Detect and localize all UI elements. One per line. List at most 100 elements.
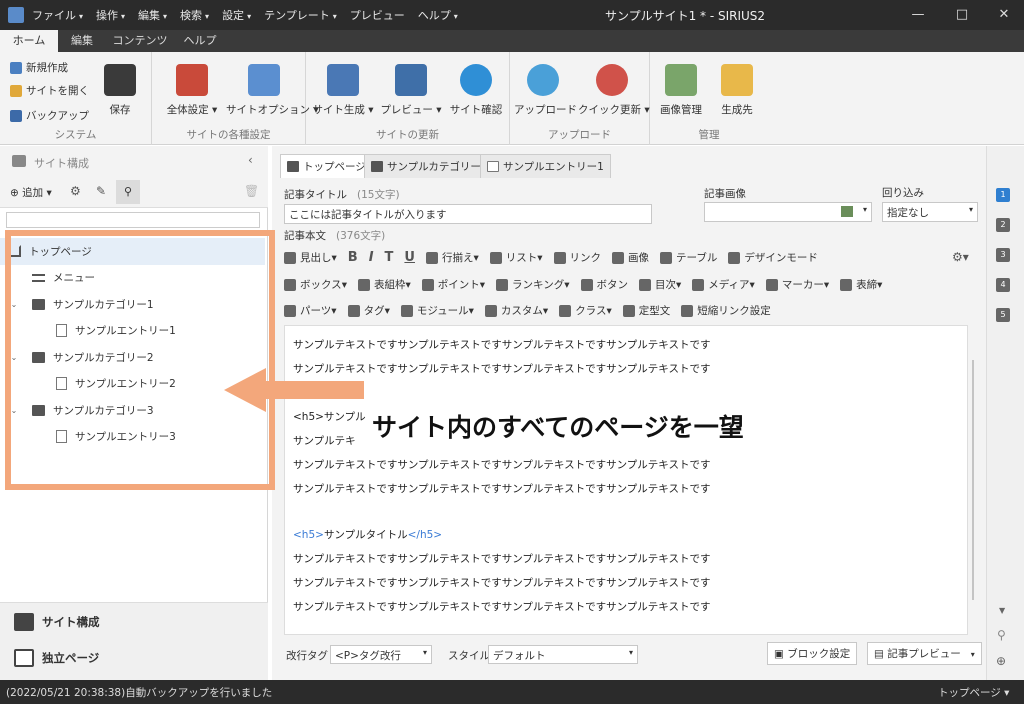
panel-4-icon[interactable]: 4 <box>996 278 1010 292</box>
search-icon[interactable]: ⚲ <box>116 180 140 204</box>
linebreak-select[interactable]: <P>タグ改行 ▾ <box>330 645 432 664</box>
table-button[interactable]: テーブル <box>660 250 717 265</box>
tree-search-input[interactable] <box>6 212 260 228</box>
panel-3-icon[interactable]: 3 <box>996 248 1010 262</box>
panel-5-icon[interactable]: 5 <box>996 308 1010 322</box>
globe-icon[interactable]: ⊕ <box>996 654 1006 668</box>
notation-button[interactable]: 表締 ▾ <box>840 277 882 292</box>
editor-tab-category-1[interactable]: サンプルカテゴリー1 <box>364 154 495 178</box>
editor-scrollbar[interactable] <box>972 360 974 600</box>
status-page-selector[interactable]: トップページ ▾ <box>938 685 1009 700</box>
backup-button[interactable]: バックアップ <box>10 108 89 123</box>
underline-button[interactable]: U <box>404 250 415 265</box>
menu-edit[interactable]: 編集 ▾ <box>138 7 167 23</box>
image-button[interactable]: 画像 <box>612 250 649 265</box>
nav-site-structure[interactable]: サイト構成 <box>14 613 100 631</box>
tab-home[interactable]: ホーム <box>0 30 58 52</box>
short-link-button[interactable]: 短縮リンク設定 <box>681 303 771 318</box>
chevron-down-icon[interactable]: ⌄ <box>8 300 20 309</box>
pencil-icon[interactable]: ✎ <box>96 184 106 198</box>
chevron-down-icon[interactable]: ⌄ <box>8 406 20 415</box>
callout-caption: サイト内のすべてのページを一望 <box>370 408 746 444</box>
general-settings-button[interactable]: 全体設定 ▾ <box>162 64 222 117</box>
menu-file[interactable]: ファイル ▾ <box>32 7 83 23</box>
wrap-select[interactable]: 指定なし ▾ <box>882 202 978 222</box>
align-button[interactable]: 行揃え ▾ <box>425 250 479 265</box>
point-button[interactable]: ポイント ▾ <box>421 277 485 292</box>
link-button[interactable]: リンク <box>553 250 601 265</box>
close-button[interactable]: ✕ <box>984 0 1024 30</box>
box-button[interactable]: ボックス ▾ <box>284 277 347 292</box>
article-body-label: 記事本文 (376文字) <box>284 230 386 242</box>
upload-button[interactable]: アップロード <box>514 64 577 117</box>
tree-item-top-page[interactable]: トップページ <box>0 238 265 265</box>
gear-icon[interactable]: ⚙ <box>70 184 81 198</box>
tab-edit[interactable]: 編集 <box>62 30 102 52</box>
add-button[interactable]: ⊕ 追加 ▾ <box>10 185 52 200</box>
toc-button[interactable]: 目次 ▾ <box>639 277 681 292</box>
article-image-select[interactable]: ▾ <box>704 202 872 222</box>
editor-tab-entry-1[interactable]: サンプルエントリー1 <box>480 154 611 178</box>
image-manage-button[interactable]: 画像管理 <box>656 64 706 117</box>
chevron-left-icon[interactable]: ‹ <box>248 153 253 167</box>
style-select[interactable]: デフォルト ▾ <box>488 645 638 664</box>
editor-tab-top-page[interactable]: トップページ <box>280 154 373 178</box>
list-button[interactable]: リスト ▾ <box>489 250 543 265</box>
site-options-button[interactable]: サイトオプション ▾ <box>226 64 319 117</box>
marker-button[interactable]: マーカー ▾ <box>765 277 829 292</box>
menu-search[interactable]: 検索 ▾ <box>180 7 209 23</box>
custom-button[interactable]: カスタム ▾ <box>484 303 548 318</box>
italic-button[interactable]: I <box>369 250 374 265</box>
tag-button[interactable]: タグ ▾ <box>347 303 390 318</box>
menu-settings[interactable]: 設定 ▾ <box>222 7 251 23</box>
generate-site-button[interactable]: サイト生成 ▾ <box>312 64 374 117</box>
tab-help[interactable]: ヘルプ <box>176 30 224 52</box>
output-folder-button[interactable]: 生成先 <box>712 64 762 117</box>
minimize-button[interactable]: — <box>898 0 938 30</box>
class-button[interactable]: クラス ▾ <box>559 303 612 318</box>
zoom-icon[interactable]: ⚲ <box>997 628 1006 642</box>
menu-preview[interactable]: プレビュー <box>350 7 405 23</box>
tree-item-category-2[interactable]: ⌄ サンプルカテゴリー2 <box>0 344 265 371</box>
tab-contents[interactable]: コンテンツ <box>108 30 172 52</box>
menu-help[interactable]: ヘルプ ▾ <box>418 7 458 23</box>
save-button[interactable]: 保存 <box>100 64 140 117</box>
heading-button[interactable]: 見出し ▾ <box>284 250 337 265</box>
menu-template[interactable]: テンプレート ▾ <box>264 7 337 23</box>
site-check-button[interactable]: サイト確認 <box>448 64 504 117</box>
chevron-down-icon[interactable]: ⌄ <box>8 353 20 362</box>
box-icon <box>284 278 296 291</box>
design-mode-button[interactable]: デザインモード <box>728 250 818 265</box>
media-button[interactable]: メディア ▾ <box>692 277 755 292</box>
block-settings-icon: ▣ <box>774 648 788 660</box>
bold-button[interactable]: B <box>348 250 358 265</box>
parts-button[interactable]: パーツ ▾ <box>284 303 337 318</box>
ranking-button[interactable]: ランキング ▾ <box>496 277 570 292</box>
chevron-down-icon: ▾ <box>79 12 84 21</box>
module-button[interactable]: モジュール ▾ <box>400 303 474 318</box>
app-icon[interactable] <box>8 7 24 23</box>
tree-item-menu[interactable]: メニュー <box>0 265 265 292</box>
button-button[interactable]: ボタン <box>580 277 628 292</box>
tree-item-category-1[interactable]: ⌄ サンプルカテゴリー1 <box>0 291 265 318</box>
panel-1-icon[interactable]: 1 <box>996 188 1010 202</box>
preview-button[interactable]: プレビュー ▾ <box>380 64 442 117</box>
maximize-button[interactable]: □ <box>942 0 982 30</box>
open-site-button[interactable]: サイトを開く <box>10 83 89 98</box>
article-preview-button[interactable]: ▤ 記事プレビュー ▾ <box>867 642 982 665</box>
table-frame-button[interactable]: 表組枠 ▾ <box>357 277 411 292</box>
nav-standalone-pages[interactable]: 独立ページ <box>14 649 99 667</box>
trash-icon[interactable]: 🗑 <box>244 184 259 198</box>
settings-gear-icon[interactable]: ⚙▾ <box>952 250 969 264</box>
panel-2-icon[interactable]: 2 <box>996 218 1010 232</box>
text-button[interactable]: T <box>385 250 394 265</box>
tree-item-entry-1[interactable]: サンプルエントリー1 <box>0 318 265 345</box>
new-button[interactable]: 新規作成 <box>10 60 68 75</box>
block-settings-button[interactable]: ▣ ブロック設定 <box>767 642 858 665</box>
article-body-editor[interactable]: サンプルテキストですサンプルテキストですサンプルテキストですサンプルテキストです… <box>284 325 968 635</box>
template-text-button[interactable]: 定型文 <box>622 303 670 318</box>
quick-update-button[interactable]: クイック更新 ▾ <box>578 64 650 117</box>
menu-operation[interactable]: 操作 ▾ <box>96 7 125 23</box>
chevron-down-icon[interactable]: ▼ <box>999 606 1005 615</box>
article-title-input[interactable]: ここには記事タイトルが入ります <box>284 204 652 224</box>
